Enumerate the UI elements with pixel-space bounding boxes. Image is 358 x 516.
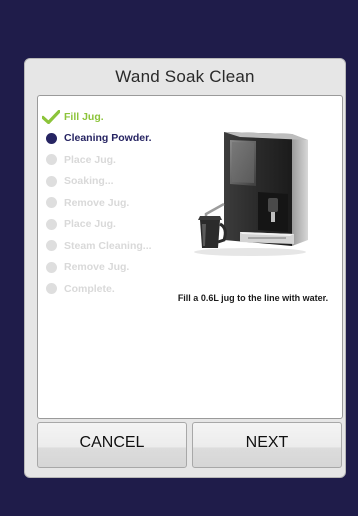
grey-dot-icon: [46, 218, 57, 230]
step-steam-cleaning: Steam Cleaning...: [46, 235, 152, 257]
cancel-button[interactable]: CANCEL: [37, 422, 187, 468]
step-remove-jug-2: Remove Jug.: [46, 257, 152, 279]
wand-soak-clean-dialog: Wand Soak Clean Fill Jug. Cleaning Powde…: [24, 58, 346, 478]
grey-dot-icon: [46, 283, 57, 295]
step-label: Steam Cleaning...: [64, 239, 152, 252]
step-complete: Complete.: [46, 278, 152, 300]
grey-dot-icon: [46, 154, 57, 166]
screen: Wand Soak Clean Fill Jug. Cleaning Powde…: [0, 0, 358, 516]
check-icon: [42, 109, 60, 124]
step-soaking: Soaking...: [46, 171, 152, 193]
step-remove-jug: Remove Jug.: [46, 192, 152, 214]
step-label: Soaking...: [64, 175, 114, 188]
dialog-title: Wand Soak Clean: [115, 67, 255, 86]
step-place-jug-2: Place Jug.: [46, 214, 152, 236]
step-label: Remove Jug.: [64, 261, 130, 274]
grey-dot-icon: [46, 175, 57, 187]
step-place-jug: Place Jug.: [46, 149, 152, 171]
grey-dot-icon: [46, 240, 57, 252]
instruction-text: Fill a 0.6L jug to the line with water.: [177, 293, 329, 303]
step-panel: Fill Jug. Cleaning Powder. Place Jug. So…: [37, 95, 343, 419]
filled-dot-icon: [46, 132, 57, 144]
next-button[interactable]: NEXT: [192, 422, 342, 468]
step-cleaning-powder: Cleaning Powder.: [46, 128, 152, 150]
step-label: Complete.: [64, 282, 115, 295]
step-label: Place Jug.: [64, 153, 116, 166]
step-fill-jug: Fill Jug.: [42, 106, 152, 128]
step-label: Fill Jug.: [64, 110, 104, 123]
grey-dot-icon: [46, 261, 57, 273]
coffee-machine-illustration: [194, 132, 308, 256]
step-label: Place Jug.: [64, 218, 116, 231]
grey-dot-icon: [46, 197, 57, 209]
step-label: Cleaning Powder.: [64, 132, 152, 145]
step-list: Fill Jug. Cleaning Powder. Place Jug. So…: [42, 106, 152, 300]
step-label: Remove Jug.: [64, 196, 130, 209]
